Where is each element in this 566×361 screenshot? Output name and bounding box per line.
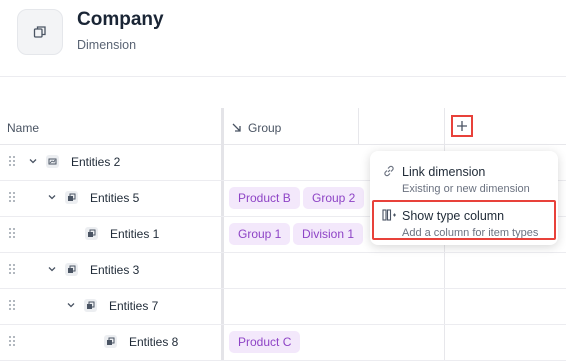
page-title: Company xyxy=(77,9,164,30)
collapse-arrow-icon xyxy=(232,123,241,132)
entity-label: Entities 2 xyxy=(71,155,121,169)
table-row[interactable]: Entities 7 xyxy=(0,288,566,325)
entity-label: Entities 1 xyxy=(110,227,160,241)
menu-item-link-dimension[interactable]: Link dimension Existing or new dimension xyxy=(370,155,558,199)
page-header: Company Dimension xyxy=(0,0,566,77)
entity-icon xyxy=(85,227,98,240)
entity-label: Entities 7 xyxy=(109,299,159,313)
entity-icon xyxy=(46,155,59,168)
entity-label: Entities 3 xyxy=(90,263,140,277)
add-column-button[interactable] xyxy=(451,115,473,137)
copy-icon xyxy=(17,9,63,55)
link-icon xyxy=(384,165,394,177)
entity-label: Entities 8 xyxy=(129,335,179,349)
chevron-down-icon[interactable] xyxy=(66,300,76,310)
entity-icon xyxy=(65,263,78,276)
chevron-down-icon[interactable] xyxy=(28,156,38,166)
drag-handle-icon[interactable] xyxy=(8,191,16,203)
menu-item-label: Link dimension xyxy=(402,165,486,179)
chevron-down-icon[interactable] xyxy=(47,264,57,274)
table-row[interactable]: Entities 8 Product C xyxy=(0,324,566,361)
menu-item-description: Existing or new dimension xyxy=(402,183,530,195)
entity-icon xyxy=(65,191,78,204)
group-chip[interactable]: Product C xyxy=(229,331,301,353)
table-row[interactable]: Entities 3 xyxy=(0,252,566,289)
group-chip[interactable]: Division 1 xyxy=(293,223,364,245)
entity-icon xyxy=(104,335,117,348)
group-chip[interactable]: Group 1 xyxy=(229,223,291,245)
column-header-name[interactable]: Name xyxy=(7,121,39,135)
drag-handle-icon[interactable] xyxy=(8,299,16,311)
drag-handle-icon[interactable] xyxy=(8,335,16,347)
grid-header: Name Group xyxy=(0,108,566,145)
column-header-group-label: Group xyxy=(248,121,282,135)
drag-handle-icon[interactable] xyxy=(8,263,16,275)
plus-icon xyxy=(457,121,467,131)
drag-handle-icon[interactable] xyxy=(8,155,16,167)
group-chip[interactable]: Group 2 xyxy=(303,187,365,209)
highlight-box xyxy=(372,200,556,240)
drag-handle-icon[interactable] xyxy=(8,227,16,239)
column-header-group[interactable]: Group xyxy=(232,121,281,135)
entity-icon xyxy=(84,299,97,312)
group-chip[interactable]: Product B xyxy=(229,187,300,209)
entity-label: Entities 5 xyxy=(90,191,140,205)
chevron-down-icon[interactable] xyxy=(47,192,57,202)
page-subtitle: Dimension xyxy=(77,38,137,52)
column-divider xyxy=(358,108,359,144)
